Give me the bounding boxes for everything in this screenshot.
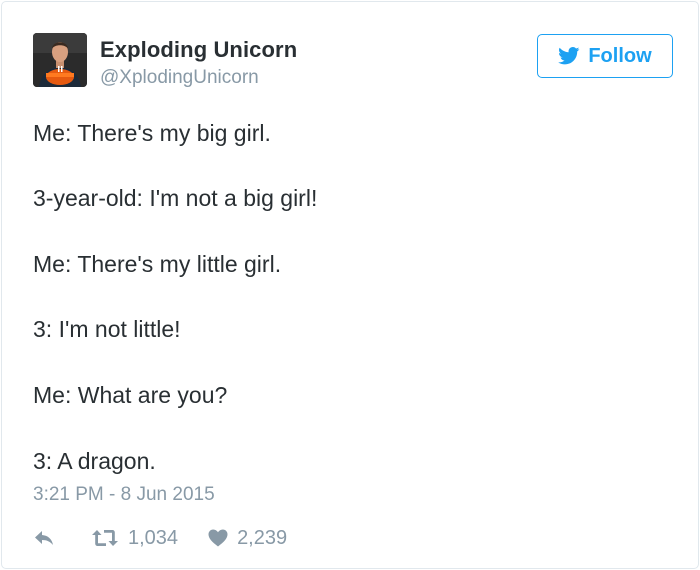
- follow-button[interactable]: Follow: [537, 34, 673, 78]
- reply-icon: [33, 529, 55, 547]
- retweet-count: 1,034: [128, 526, 179, 549]
- avatar-image: [33, 33, 87, 87]
- tweet-text-line: Me: What are you?: [33, 382, 228, 408]
- reply-button[interactable]: [33, 529, 55, 547]
- tweet-text-line: 3: A dragon.: [33, 448, 156, 474]
- retweet-button[interactable]: 1,034: [91, 527, 178, 550]
- twitter-bird-icon: [558, 47, 580, 65]
- like-button[interactable]: 2,239: [208, 527, 287, 550]
- tweet-text-line: Me: There's my little girl.: [33, 251, 282, 277]
- tweet-text-line: 3-year-old: I'm not a big girl!: [33, 185, 318, 211]
- timestamp-link[interactable]: 3:21 PM - 8 Jun 2015: [33, 484, 215, 506]
- avatar[interactable]: [33, 33, 87, 87]
- tweet-text-line: Me: There's my big girl.: [33, 120, 271, 146]
- handle[interactable]: @XplodingUnicorn: [100, 67, 259, 89]
- tweet-actions: 1,034 2,239: [33, 522, 287, 554]
- retweet-icon: [91, 528, 119, 548]
- tweet-card: Exploding Unicorn @XplodingUnicorn Follo…: [1, 1, 699, 569]
- display-name[interactable]: Exploding Unicorn: [100, 37, 297, 63]
- heart-icon: [208, 529, 228, 547]
- like-count: 2,239: [237, 526, 288, 549]
- follow-label: Follow: [588, 44, 652, 67]
- tweet-text-line: 3: I'm not little!: [33, 316, 181, 342]
